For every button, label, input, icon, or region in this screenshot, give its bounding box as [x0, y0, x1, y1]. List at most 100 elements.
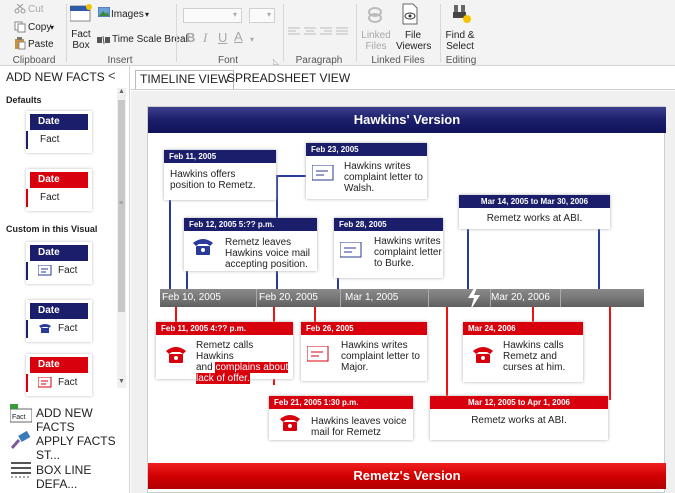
scissors-icon	[14, 3, 26, 17]
fact-text: Hawkins writes complaint letter to Major…	[341, 340, 420, 373]
cut-button[interactable]: Cut	[28, 4, 44, 15]
fact-text-part: Remetz calls Hawkins	[196, 340, 254, 362]
timeline[interactable]: Hawkins' Version Feb 10, 2005 Feb 20, 20…	[147, 106, 666, 493]
lines-icon	[10, 461, 32, 482]
font-color-dropdown-icon[interactable]: ▾	[250, 34, 254, 45]
ribbon: Cut Copy ▾ Paste Clipboard Fact Box Imag…	[0, 0, 675, 66]
fact-text: Hawkins offers position to Remetz.	[170, 169, 256, 191]
fact-card[interactable]: Feb 11, 2005 Hawkins offers position to …	[164, 150, 276, 200]
fact-card[interactable]: Mar 24, 2006 Hawkins calls Remetz and cu…	[463, 322, 583, 382]
paragraph-group-label: Paragraph	[295, 55, 343, 66]
images-icon	[97, 6, 111, 20]
fact-text: Hawkins writes complaint letter to Burke…	[374, 236, 442, 269]
tab-timeline-view[interactable]: TIMELINE VIEW	[135, 70, 235, 89]
phone-icon	[472, 346, 494, 367]
fact-box-button[interactable]: Fact Box	[68, 29, 94, 51]
fact-date: Mar 24, 2006	[463, 322, 583, 335]
linked-files-group-label: Linked Files	[371, 55, 425, 66]
font-color-button[interactable]: A	[234, 30, 243, 43]
bold-button[interactable]: B	[186, 31, 195, 44]
tab-spreadsheet-view[interactable]: SPREADSHEET VIEW	[223, 70, 354, 88]
linked-files-button[interactable]: Linked Files	[360, 30, 392, 52]
axis-tick-label: Feb 10, 2005	[162, 292, 221, 303]
tile-fact: Fact	[58, 377, 78, 388]
tile-fact: Fact	[40, 192, 60, 203]
custom-heading: Custom in this Visual	[6, 224, 98, 234]
copy-dropdown-icon[interactable]: ▾	[50, 22, 54, 33]
panel-header: ADD NEW FACTS <	[0, 66, 130, 88]
fact-date: Mar 14, 2005 to Mar 30, 2006	[459, 195, 610, 208]
fact-date: Feb 12, 2005 5:?? p.m.	[184, 218, 317, 231]
time-scale-break-button[interactable]: Time Scale Break	[112, 34, 191, 45]
custom-fact-tile-red-letter[interactable]: Date Fact	[26, 354, 92, 396]
align-left-icon[interactable]	[288, 27, 300, 40]
panel-scrollbar[interactable]: ▲ ≡ ▼	[117, 88, 126, 388]
box-line-label: BOX LINE DEFA...	[36, 463, 92, 491]
fact-text: Remetz leaves Hawkins voice mail accepti…	[225, 237, 311, 270]
copy-icon	[14, 21, 26, 36]
time-axis[interactable]: Feb 10, 2005 Feb 20, 2005 Mar 1, 2005 Ma…	[160, 289, 644, 307]
group-divider	[176, 4, 177, 62]
fact-text: Hawkins writes complaint letter to Walsh…	[344, 161, 423, 194]
editing-group-label: Editing	[445, 55, 477, 66]
italic-button[interactable]: I	[203, 31, 207, 44]
timeline-canvas: Hawkins' Version Feb 10, 2005 Feb 20, 20…	[131, 91, 675, 493]
images-dropdown-icon[interactable]: ▾	[145, 9, 149, 20]
images-button[interactable]: Images	[111, 9, 144, 20]
connector-line	[609, 307, 611, 400]
collapse-panel-icon[interactable]: <	[108, 68, 116, 83]
time-scale-break-icon	[97, 35, 111, 47]
paste-button[interactable]: Paste	[28, 39, 54, 50]
highlighted-text: complains about	[215, 362, 289, 373]
group-divider	[66, 4, 67, 62]
justify-icon[interactable]	[336, 27, 348, 40]
fact-card[interactable]: Feb 23, 2005 Hawkins writes complaint le…	[306, 143, 427, 199]
connector-line	[598, 220, 600, 290]
fact-card[interactable]: Mar 12, 2005 to Apr 1, 2006 Remetz works…	[430, 396, 608, 440]
fact-card[interactable]: Feb 28, 2005 Hawkins writes complaint le…	[334, 218, 443, 278]
paste-icon	[14, 37, 26, 53]
font-family-select[interactable]: ▾	[183, 8, 242, 23]
file-viewers-icon	[401, 3, 419, 28]
time-scale-break-icon	[466, 285, 482, 314]
underline-button[interactable]: U	[218, 31, 227, 44]
phone-icon	[279, 414, 301, 435]
fact-card[interactable]: Feb 26, 2005 Hawkins writes complaint le…	[301, 322, 427, 381]
box-line-defaults-button[interactable]: BOX LINE DEFA...	[0, 456, 130, 491]
fact-box-icon	[69, 4, 92, 25]
phone-icon	[165, 346, 187, 367]
group-divider	[356, 4, 357, 62]
fact-date: Feb 23, 2005	[306, 143, 427, 156]
copy-button[interactable]: Copy	[28, 22, 51, 33]
add-new-facts-button[interactable]: Fact ADD NEW FACTS	[0, 399, 130, 434]
default-fact-tile-blue[interactable]: Date Fact	[26, 111, 92, 153]
fact-card[interactable]: Feb 11, 2005 4:?? p.m. Remetz calls Hawk…	[156, 322, 293, 384]
fact-date: Feb 28, 2005	[334, 218, 443, 231]
align-right-icon[interactable]	[320, 27, 332, 40]
view-tabs: TIMELINE VIEW SPREADSHEET VIEW	[131, 66, 675, 90]
tile-date: Date	[30, 172, 88, 188]
fact-card[interactable]: Mar 14, 2005 to Mar 30, 2006 Remetz work…	[459, 195, 610, 229]
paint-icon	[10, 430, 32, 453]
tile-date: Date	[30, 357, 88, 373]
letter-icon	[306, 345, 329, 365]
phone-icon	[192, 238, 214, 259]
align-center-icon[interactable]	[304, 27, 316, 40]
group-divider	[440, 4, 441, 62]
add-facts-panel: ADD NEW FACTS < ▲ ≡ ▼ Defaults Date Fact…	[0, 66, 130, 493]
custom-fact-tile-letter[interactable]: Date Fact	[26, 242, 92, 284]
add-fact-icon: Fact	[9, 403, 33, 426]
connector-line	[446, 307, 448, 400]
fact-card[interactable]: Feb 21, 2005 1:30 p.m. Hawkins leaves vo…	[269, 396, 413, 440]
tile-date: Date	[30, 245, 88, 261]
fact-card[interactable]: Feb 12, 2005 5:?? p.m. Remetz leaves Haw…	[184, 218, 317, 271]
apply-facts-style-button[interactable]: APPLY FACTS ST...	[0, 427, 130, 462]
insert-group-label: Insert	[107, 55, 133, 66]
custom-fact-tile-phone[interactable]: Date Fact	[26, 300, 92, 342]
file-viewers-button[interactable]: File Viewers	[396, 30, 431, 52]
link-icon	[366, 5, 384, 28]
default-fact-tile-red[interactable]: Date Fact	[26, 169, 92, 211]
find-select-icon	[452, 3, 472, 28]
find-select-button[interactable]: Find & Select	[442, 30, 478, 52]
font-size-select[interactable]: ▾	[249, 8, 275, 23]
